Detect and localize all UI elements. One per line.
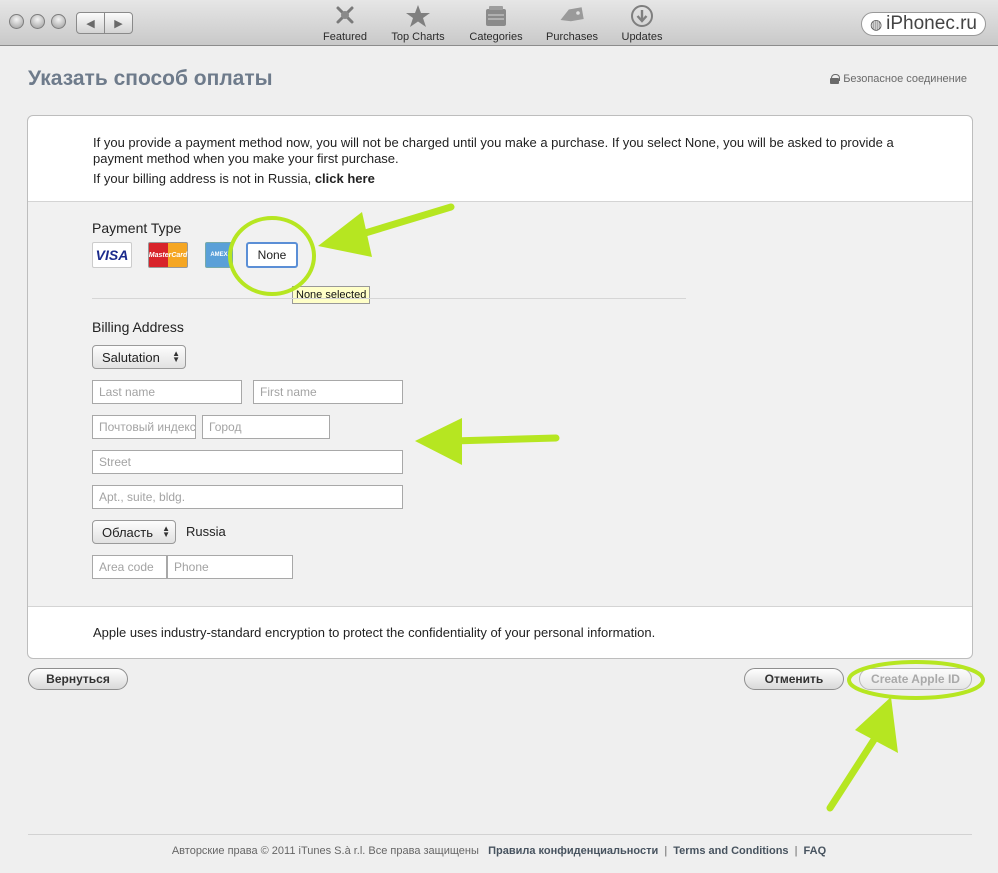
back-arrow-icon[interactable]: ◀ [77,13,104,33]
street-input[interactable] [92,450,403,474]
mastercard-card-button[interactable]: MasterCard [148,242,188,268]
none-selected-tooltip: None selected [292,286,371,304]
secure-connection: Безопасное соединение [830,73,967,85]
area-code-input[interactable] [92,555,167,579]
salutation-select[interactable]: Salutation ▲ ▼ [92,345,186,369]
create-apple-id-button[interactable]: Create Apple ID [859,668,972,690]
tab-categories-label: Categories [469,31,523,43]
tab-top-charts-label: Top Charts [391,31,445,43]
categories-icon [465,4,527,30]
footer-divider [28,834,972,835]
updown-arrows-icon: ▲ ▼ [172,349,180,364]
history-nav: ◀ ▶ [76,12,133,34]
faq-link[interactable]: FAQ [804,845,827,857]
arrow-icon-create [826,697,898,812]
tab-categories[interactable]: Categories [465,4,527,43]
toolbar: ◀ ▶ Featured Top Charts Categories Purch… [0,0,998,46]
footer: Авторские права © 2011 iTunes S.à r.l. В… [0,845,998,857]
privacy-link[interactable]: Правила конфиденциальности [488,845,658,857]
apt-input[interactable] [92,485,403,509]
terms-link[interactable]: Terms and Conditions [673,845,788,857]
encryption-note: Apple uses industry-standard encryption … [93,625,656,640]
postal-code-input[interactable] [92,415,196,439]
cancel-button[interactable]: Отменить [744,668,844,690]
minimize-window-button[interactable] [30,14,45,29]
star-icon [386,4,450,30]
lock-icon [830,74,841,84]
tab-updates[interactable]: Updates [617,4,667,43]
intro-line-2-prefix: If your billing address is not in Russia… [93,171,315,186]
none-payment-button[interactable]: None [246,242,298,268]
visa-card-button[interactable]: VISA [92,242,132,268]
brand-watermark: ◍ iPhonec.ru [860,12,986,36]
country-text: Russia [186,524,226,539]
region-value: Область [102,524,154,540]
intro-text: If you provide a payment method now, you… [93,135,923,187]
secure-connection-label: Безопасное соединение [843,73,967,85]
close-window-button[interactable] [9,14,24,29]
tab-purchases-label: Purchases [546,31,598,43]
featured-icon [316,4,374,30]
tab-purchases[interactable]: Purchases [542,4,602,43]
phone-input[interactable] [167,555,293,579]
city-input[interactable] [202,415,330,439]
last-name-input[interactable] [92,380,242,404]
region-select[interactable]: Область ▲ ▼ [92,520,176,544]
tab-updates-label: Updates [621,31,663,43]
tab-featured[interactable]: Featured [316,4,374,43]
intro-line-2: If your billing address is not in Russia… [93,171,923,187]
tab-top-charts[interactable]: Top Charts [386,4,450,43]
zoom-window-button[interactable] [51,14,66,29]
back-button[interactable]: Вернуться [28,668,128,690]
forward-arrow-icon[interactable]: ▶ [104,13,132,33]
payment-panel: If you provide a payment method now, you… [27,115,973,659]
tag-icon [542,4,602,30]
footer-separator: | [664,845,668,857]
tab-featured-label: Featured [322,31,368,43]
amex-card-button[interactable]: AMEX [205,242,233,268]
copyright-text: Авторские права © 2011 iTunes S.à r.l. В… [171,845,479,857]
click-here-link[interactable]: click here [315,171,375,186]
salutation-value: Salutation [102,349,160,365]
globe-icon: ◍ [869,16,883,32]
first-name-input[interactable] [253,380,403,404]
updown-arrows-icon: ▲ ▼ [162,524,170,539]
page-title: Указать способ оплаты [28,67,273,90]
brand-text: iPhonec.ru [886,13,977,34]
billing-address-label: Billing Address [92,319,184,335]
section-divider [92,298,686,299]
intro-line-1: If you provide a payment method now, you… [93,135,894,166]
footer-separator: | [794,845,798,857]
form-area: Payment Type VISA MasterCard AMEX None N… [28,201,972,607]
payment-type-label: Payment Type [92,220,182,236]
download-icon [617,4,667,30]
